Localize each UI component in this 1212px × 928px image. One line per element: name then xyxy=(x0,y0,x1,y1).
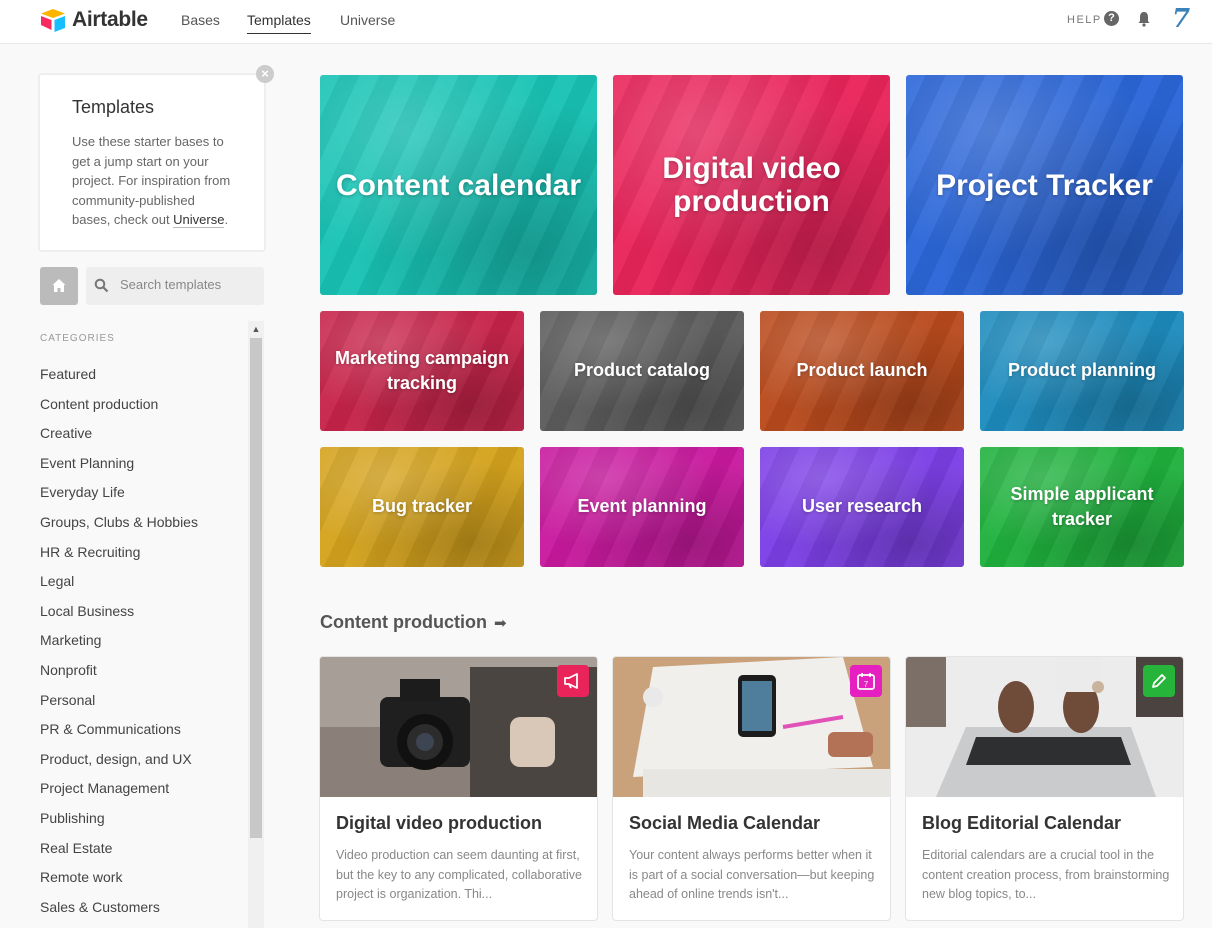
template-tile[interactable]: Product launch xyxy=(760,311,964,431)
template-card[interactable]: Blog Editorial Calendar Editorial calend… xyxy=(905,656,1184,921)
category-hr-recruiting[interactable]: HR & Recruiting xyxy=(40,542,198,572)
category-real-estate[interactable]: Real Estate xyxy=(40,838,198,868)
category-legal[interactable]: Legal xyxy=(40,571,198,601)
section-title-content-production[interactable]: Content production xyxy=(320,612,487,633)
calendar-icon: 7 xyxy=(850,665,882,697)
template-tile[interactable]: Product planning xyxy=(980,311,1184,431)
card-description: Video production can seem daunting at fi… xyxy=(336,848,582,901)
template-tile[interactable]: Marketing campaign tracking xyxy=(320,311,524,431)
svg-text:7: 7 xyxy=(864,680,869,689)
category-local-business[interactable]: Local Business xyxy=(40,601,198,631)
category-content-production[interactable]: Content production xyxy=(40,394,198,424)
template-tile[interactable]: Content calendar xyxy=(320,75,597,295)
card-title: Blog Editorial Calendar xyxy=(922,813,1122,833)
megaphone-icon xyxy=(557,665,589,697)
tile-title: Content calendar xyxy=(335,168,582,202)
arrow-right-icon[interactable]: ➡ xyxy=(494,614,507,632)
tile-title: Product launch xyxy=(796,360,928,381)
card-title: Digital video production xyxy=(336,813,542,833)
card-description: Your content always performs better when… xyxy=(629,848,875,901)
tile-title: Marketing campaign tracking xyxy=(334,347,510,393)
category-scrollbar[interactable]: ▲ xyxy=(248,321,264,928)
home-button[interactable] xyxy=(40,267,78,305)
card-description: Editorial calendars are a crucial tool i… xyxy=(922,848,1170,901)
template-tile[interactable]: User research xyxy=(760,447,964,567)
scrollbar-thumb[interactable] xyxy=(250,338,262,838)
tile-title: Product catalog xyxy=(573,360,711,381)
nav-templates[interactable]: Templates xyxy=(247,12,311,34)
search-box xyxy=(86,267,264,305)
category-publishing[interactable]: Publishing xyxy=(40,808,198,838)
category-product-design-ux[interactable]: Product, design, and UX xyxy=(40,749,198,779)
category-project-management[interactable]: Project Management xyxy=(40,778,198,808)
template-card[interactable]: 7 Social Media Calendar Your content alw… xyxy=(612,656,891,921)
category-nonprofit[interactable]: Nonprofit xyxy=(40,660,198,690)
bell-icon[interactable] xyxy=(1137,11,1151,27)
category-everyday-life[interactable]: Everyday Life xyxy=(40,482,198,512)
tile-title: Project Tracker xyxy=(936,168,1153,202)
card-image xyxy=(906,657,1183,797)
template-tile[interactable]: Event planning xyxy=(540,447,744,567)
template-tile[interactable]: Digital video production xyxy=(613,75,890,295)
scroll-up-arrow-icon[interactable]: ▲ xyxy=(248,321,264,338)
nav-universe[interactable]: Universe xyxy=(340,12,395,28)
category-sales-customers[interactable]: Sales & Customers xyxy=(40,897,198,927)
template-tile[interactable]: Product catalog xyxy=(540,311,744,431)
template-card[interactable]: Digital video production Video productio… xyxy=(319,656,598,921)
template-tile[interactable]: Project Tracker xyxy=(906,75,1183,295)
card-image xyxy=(320,657,597,797)
user-avatar[interactable]: 7 xyxy=(1172,4,1190,34)
card-image: 7 xyxy=(613,657,890,797)
template-tile[interactable]: Simple applicant tracker xyxy=(980,447,1184,567)
universe-link[interactable]: Universe xyxy=(173,212,225,228)
help-link[interactable]: HELP xyxy=(1067,14,1102,26)
category-event-planning[interactable]: Event Planning xyxy=(40,453,198,483)
categories-heading: CATEGORIES xyxy=(40,333,115,344)
tile-title: User research xyxy=(801,496,923,517)
close-intro-icon[interactable]: × xyxy=(256,65,274,83)
card-title: Social Media Calendar xyxy=(629,813,821,833)
top-nav-bar: Airtable Bases Templates Universe HELP ?… xyxy=(0,0,1212,44)
search-input[interactable] xyxy=(120,277,260,292)
template-tile[interactable]: Bug tracker xyxy=(320,447,524,567)
search-icon xyxy=(94,278,109,293)
help-icon[interactable]: ? xyxy=(1104,11,1119,26)
category-marketing[interactable]: Marketing xyxy=(40,630,198,660)
home-icon xyxy=(52,279,66,292)
category-creative[interactable]: Creative xyxy=(40,423,198,453)
app-name[interactable]: Airtable xyxy=(72,8,148,32)
category-featured[interactable]: Featured xyxy=(40,364,198,394)
category-list: Featured Content production Creative Eve… xyxy=(40,364,198,926)
tile-title: Simple applicant tracker xyxy=(1010,483,1154,529)
category-personal[interactable]: Personal xyxy=(40,690,198,720)
category-pr-communications[interactable]: PR & Communications xyxy=(40,719,198,749)
templates-intro-card: Templates Use these starter bases to get… xyxy=(38,73,266,252)
tile-title: Product planning xyxy=(1008,360,1156,381)
tile-title: Bug tracker xyxy=(371,496,473,517)
pencil-icon xyxy=(1143,665,1175,697)
airtable-logo-icon[interactable] xyxy=(40,8,66,32)
intro-title: Templates xyxy=(72,97,155,117)
intro-text: Use these starter bases to get a jump st… xyxy=(72,134,231,228)
category-remote-work[interactable]: Remote work xyxy=(40,867,198,897)
category-groups-clubs-hobbies[interactable]: Groups, Clubs & Hobbies xyxy=(40,512,198,542)
tile-title: Event planning xyxy=(577,496,707,517)
nav-bases[interactable]: Bases xyxy=(181,12,220,28)
tile-title: Digital video production xyxy=(662,152,841,218)
